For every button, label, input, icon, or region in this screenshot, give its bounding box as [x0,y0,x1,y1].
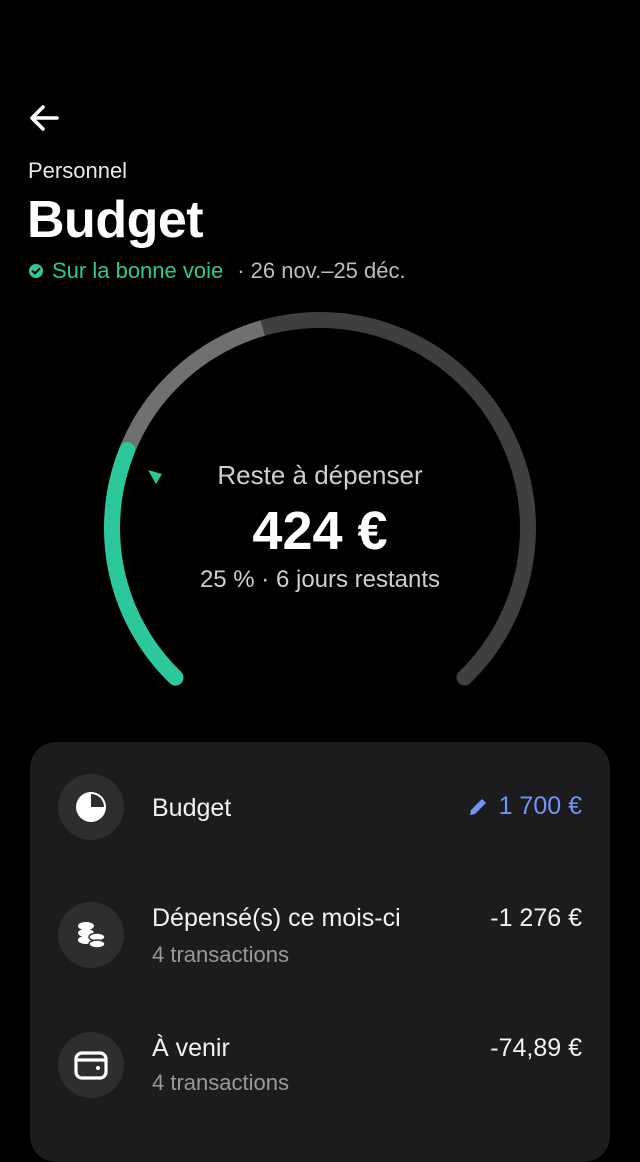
coins-icon [78,922,106,949]
status-row: Sur la bonne voie · 26 nov.–25 déc. [28,258,406,284]
spent-row-icon [58,902,124,968]
budget-label: Budget [152,794,232,822]
spent-label: Dépensé(s) ce mois-ci [152,904,401,932]
gauge-subtext: 25 % · 6 jours restants [199,566,441,593]
back-button[interactable] [22,98,66,138]
period-range: · 26 nov.–25 déc. [237,258,406,283]
budget-row-icon [58,774,124,840]
edit-budget-button[interactable]: 1 700 € [467,792,582,821]
status-badge: Sur la bonne voie [52,258,224,283]
spent-transactions-count: 4 transactions [152,942,289,967]
budget-summary-card: Budget 1 700 € Dépensé(s) ce mois-ci 4 t… [30,742,610,1162]
budget-row: Budget 1 700 € [30,752,610,862]
spent-value: -1 276 € [490,904,582,932]
page-subtitle: Personnel [28,158,128,183]
gauge-elapsed-segment [119,320,265,454]
upcoming-label: À venir [152,1034,230,1062]
pencil-icon [469,798,486,815]
wallet-icon [74,1051,108,1080]
arrow-left-icon [30,105,59,131]
pie-chart-icon [76,792,106,822]
page-title: Budget [27,191,204,249]
upcoming-row[interactable]: À venir 4 transactions -74,89 € [30,1012,610,1122]
budget-value: 1 700 € [498,792,582,820]
upcoming-row-icon [58,1032,124,1098]
gauge-amount: 424 € [252,501,388,561]
spent-row[interactable]: Dépensé(s) ce mois-ci 4 transactions -1 … [30,882,610,992]
upcoming-value: -74,89 € [490,1034,582,1062]
gauge-label: Reste à dépenser [217,460,423,490]
upcoming-transactions-count: 4 transactions [152,1070,289,1095]
check-circle-icon [29,264,43,278]
